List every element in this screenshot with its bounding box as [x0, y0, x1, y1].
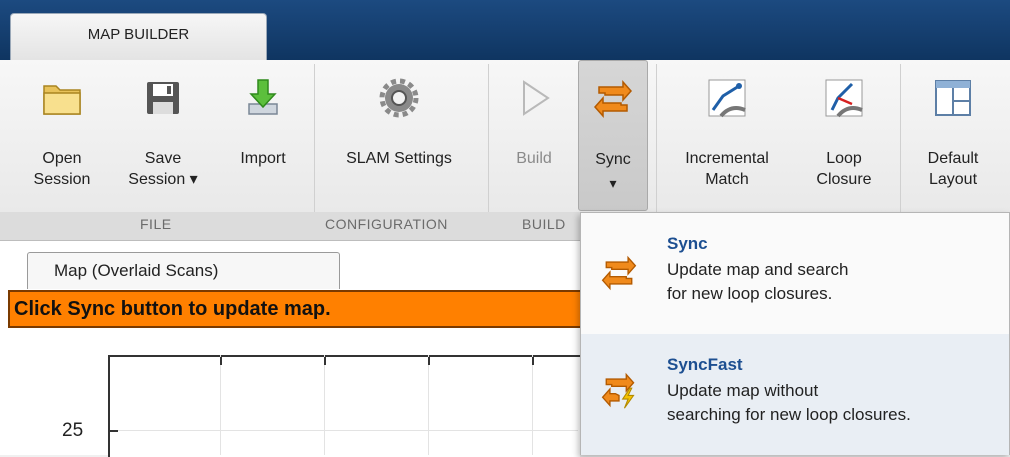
map-plot-axes	[108, 355, 580, 457]
gear-icon	[379, 78, 419, 118]
ribbon-separator	[314, 64, 315, 234]
group-label-file: FILE	[140, 216, 172, 232]
x-tick	[220, 357, 222, 365]
grid-line	[428, 355, 429, 455]
ribbon-separator	[900, 64, 901, 234]
grid-line	[324, 355, 325, 455]
syncfast-icon	[601, 372, 635, 409]
save-disk-icon	[147, 82, 179, 114]
ribbon-separator	[488, 64, 489, 234]
default-layout-label: Default Layout	[927, 150, 979, 188]
y-tick	[110, 430, 118, 432]
grid-line	[220, 355, 221, 455]
save-session-button[interactable]: Save Session ▾	[118, 60, 208, 210]
import-arrow-icon	[248, 79, 278, 115]
build-label: Build	[516, 150, 552, 167]
sync-icon	[601, 255, 637, 291]
default-layout-button[interactable]: Default Layout	[910, 60, 996, 210]
sync-icon	[593, 80, 633, 118]
loop-closure-button[interactable]: Loop Closure	[800, 60, 888, 210]
x-tick	[428, 357, 430, 365]
menu-item-title: SyncFast	[667, 355, 743, 374]
menu-item-description: Update map and search for new loop closu…	[667, 260, 849, 303]
menu-item-description: Update map without searching for new loo…	[667, 381, 911, 424]
loop-closure-icon	[825, 79, 863, 118]
group-label-configuration: CONFIGURATION	[325, 216, 448, 232]
sync-label: Sync	[595, 151, 631, 168]
menu-item-sync[interactable]: Sync Update map and search for new loop …	[581, 213, 1009, 334]
incremental-match-label: Incremental Match	[685, 150, 769, 188]
tab-map-builder[interactable]: MAP BUILDER	[10, 13, 267, 60]
save-session-label: Save Session ▾	[128, 150, 198, 188]
grid-line	[110, 430, 578, 431]
chevron-down-icon: ▾	[609, 175, 617, 191]
tab-map-overlaid-scans[interactable]: Map (Overlaid Scans)	[27, 252, 340, 289]
ribbon-separator	[656, 64, 657, 234]
import-label: Import	[240, 150, 286, 167]
open-session-button[interactable]: Open Session	[22, 60, 102, 210]
x-tick	[324, 357, 326, 365]
y-tick-label: 25	[62, 420, 84, 441]
folder-icon	[43, 85, 81, 115]
group-label-build: BUILD	[522, 216, 566, 232]
layout-icon	[935, 80, 971, 116]
build-button[interactable]: Build	[505, 60, 563, 210]
sync-dropdown-menu: Sync Update map and search for new loop …	[580, 212, 1010, 455]
play-icon	[523, 80, 550, 116]
sync-button[interactable]: Sync ▾	[578, 60, 648, 211]
slam-settings-button[interactable]: SLAM Settings	[324, 60, 474, 210]
incremental-match-icon	[708, 79, 746, 118]
open-session-label: Open Session	[33, 150, 91, 188]
grid-line	[532, 355, 533, 455]
slam-settings-label: SLAM Settings	[346, 150, 452, 167]
incremental-match-button[interactable]: Incremental Match	[668, 60, 786, 210]
status-banner: Click Sync button to update map.	[8, 290, 608, 328]
menu-item-syncfast[interactable]: SyncFast Update map without searching fo…	[581, 334, 1009, 455]
loop-closure-label: Loop Closure	[816, 150, 872, 188]
menu-item-title: Sync	[667, 234, 708, 253]
import-button[interactable]: Import	[230, 60, 296, 210]
x-tick	[532, 357, 534, 365]
